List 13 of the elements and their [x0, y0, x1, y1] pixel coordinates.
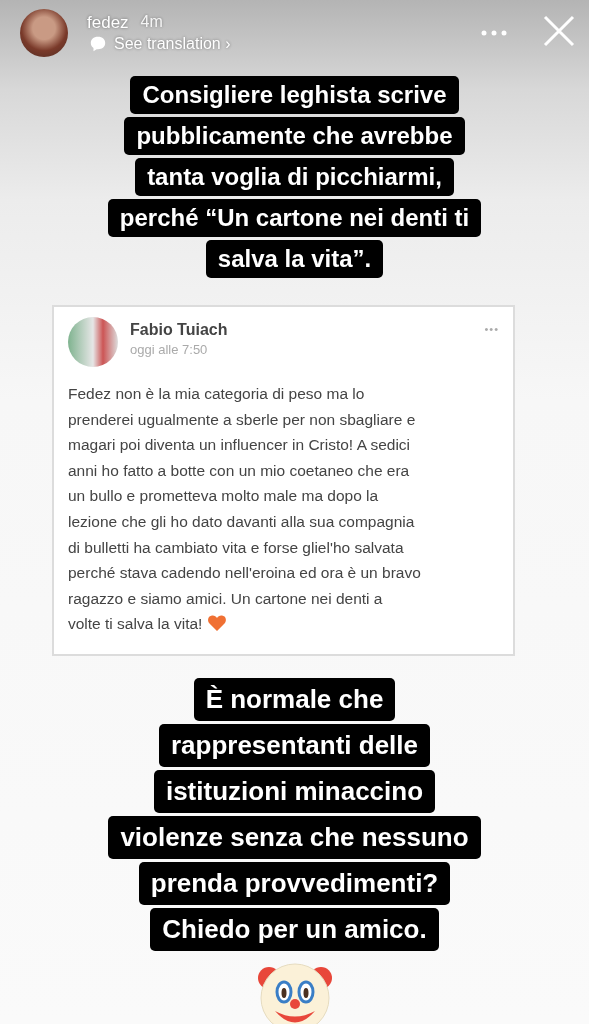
avatar[interactable]: [20, 9, 68, 57]
post-time: 4m: [140, 13, 163, 32]
see-translation-link[interactable]: See translation ›: [114, 35, 231, 53]
username[interactable]: fedez: [87, 13, 129, 33]
post-time: oggi alle 7:50: [130, 342, 209, 357]
speech-bubble-icon: [89, 35, 107, 53]
heart-icon: [207, 614, 228, 633]
avatar: [68, 317, 118, 367]
post-text: volte ti salva la vita!: [68, 615, 203, 633]
more-icon: •••: [484, 323, 499, 335]
more-icon[interactable]: [481, 30, 507, 36]
author-name: Fabio Tuiach: [130, 321, 229, 339]
close-icon[interactable]: [543, 15, 575, 47]
